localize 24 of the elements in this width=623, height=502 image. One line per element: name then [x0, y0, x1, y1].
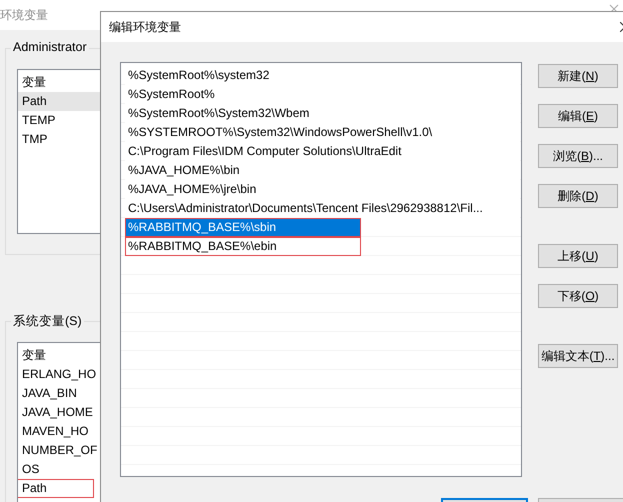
dialog-button[interactable]: 编辑(E)	[538, 104, 618, 128]
list-item[interactable]: TMP	[18, 130, 78, 149]
list-item[interactable]: OS	[18, 460, 78, 479]
column-header[interactable]: 变量	[18, 73, 78, 92]
list-item[interactable]: JAVA_BIN	[18, 384, 78, 403]
list-item[interactable]: MAVEN_HO	[18, 422, 88, 441]
group-title: Administrator	[11, 40, 89, 54]
dialog-title: 编辑环境变量	[109, 18, 181, 36]
dialog-button[interactable]: 新建(N)	[538, 64, 618, 88]
group-title: 系统变量(S)	[11, 313, 84, 330]
list-item[interactable]: ERLANG_HO	[18, 365, 96, 384]
list-item[interactable]: NUMBER_OF	[18, 441, 98, 460]
dialog-button[interactable]: 删除(D)	[538, 184, 618, 208]
list-item[interactable]: JAVA_HOME	[18, 403, 93, 422]
dialog-button[interactable]: 上移(U)	[538, 244, 618, 268]
list-item[interactable]: TEMP	[18, 111, 78, 130]
list-item[interactable]: Path	[18, 479, 94, 498]
column-header[interactable]: 变量	[18, 346, 78, 365]
dialog-button[interactable]: 浏览(B)...	[538, 144, 618, 168]
path-entry[interactable]: %RABBITMQ_BASE%\ebin	[125, 237, 361, 256]
path-entry[interactable]: %RABBITMQ_BASE%\sbin	[125, 218, 361, 237]
dialog-button[interactable]: 下移(O)	[538, 284, 618, 308]
window-title: 环境变量	[0, 6, 48, 24]
dialog-button[interactable]: 编辑文本(T)...	[538, 344, 618, 368]
